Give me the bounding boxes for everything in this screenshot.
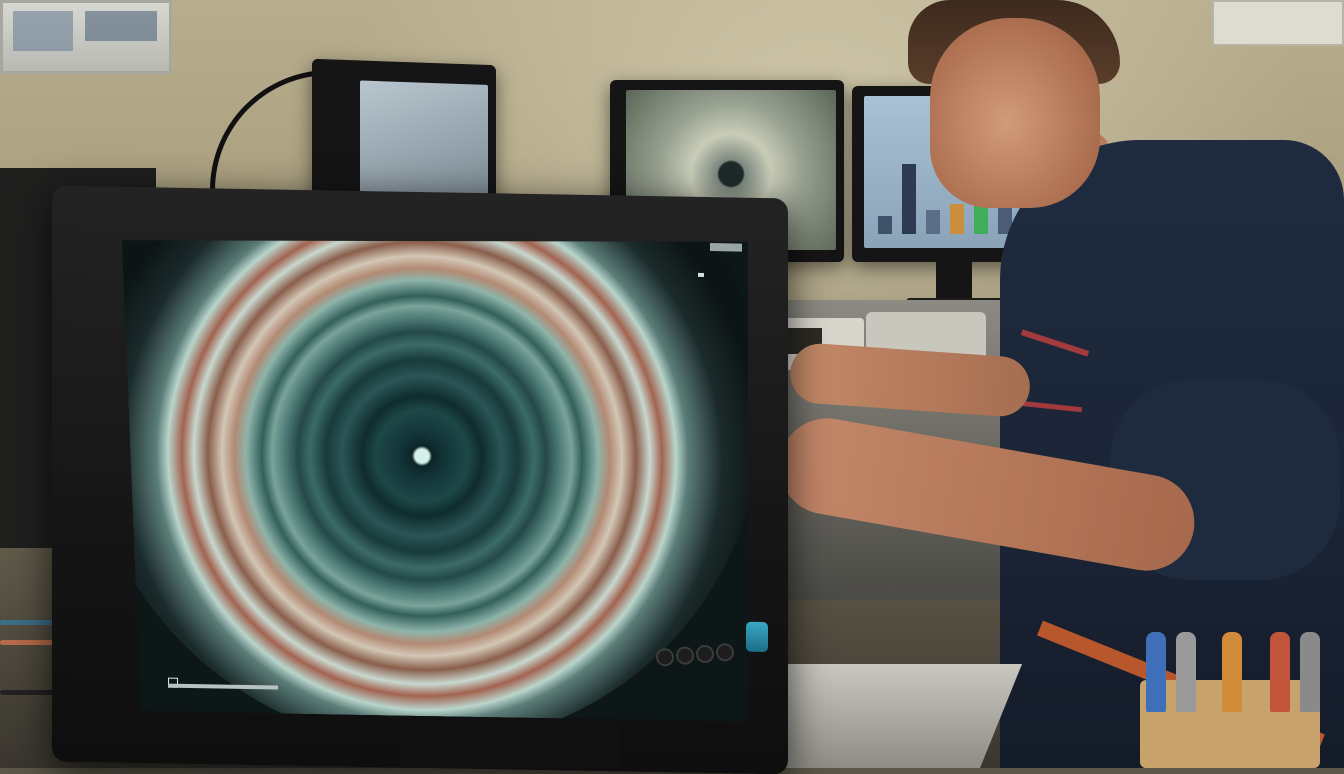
data-bar [902, 164, 916, 234]
marker-icon [1270, 632, 1290, 712]
marker-icon [1300, 632, 1320, 712]
screwdriver-icon [1176, 632, 1196, 712]
data-bar [878, 216, 892, 234]
menu-button-icon[interactable] [656, 648, 674, 667]
main-monitor-stand [400, 722, 620, 768]
up-button-icon[interactable] [696, 644, 714, 664]
down-button-icon[interactable] [676, 646, 694, 665]
pipe-interior-view [122, 231, 748, 722]
wall-poster [0, 0, 172, 74]
marker-icon [1222, 632, 1242, 712]
pipe-inspection-camera-feed [122, 231, 748, 722]
technician-head [930, 18, 1100, 208]
main-monitor [52, 185, 788, 774]
osd-marker [698, 273, 704, 277]
data-bar [926, 210, 940, 234]
select-button-icon[interactable] [716, 643, 734, 662]
osd-progress-bar [168, 684, 278, 690]
data-bar [950, 204, 964, 234]
pen-icon [1146, 632, 1166, 712]
wall-poster-right [1212, 0, 1344, 46]
background-monitor-left-screen [360, 80, 488, 203]
power-button-icon[interactable] [746, 621, 768, 653]
monitor-stand [936, 262, 972, 302]
data-bar [974, 206, 988, 234]
osd-status-indicator [710, 243, 742, 252]
